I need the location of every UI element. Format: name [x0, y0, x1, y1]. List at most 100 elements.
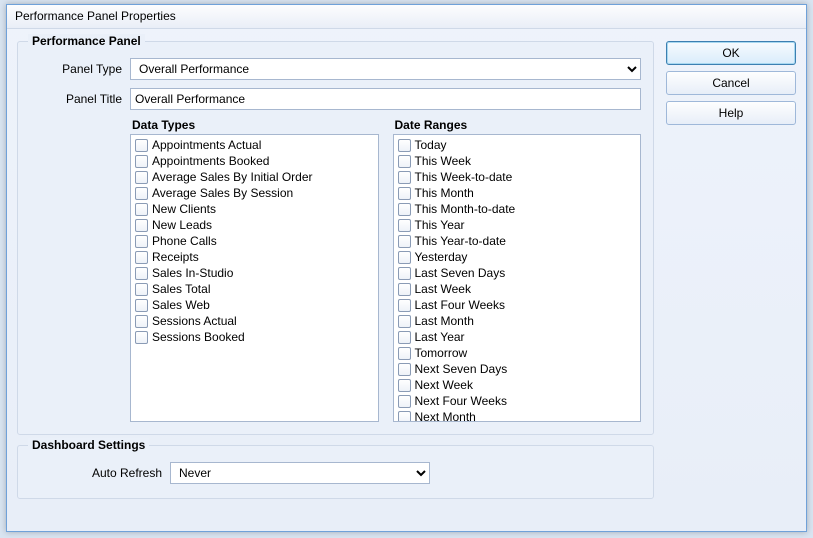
list-item[interactable]: New Leads — [135, 217, 374, 233]
list-item-label: Last Seven Days — [415, 265, 506, 281]
list-item[interactable]: Last Month — [398, 313, 637, 329]
checkbox-icon[interactable] — [398, 251, 411, 264]
performance-panel-group: Performance Panel Panel Type Overall Per… — [17, 41, 654, 435]
ok-button[interactable]: OK — [666, 41, 796, 65]
date-ranges-block: Date Ranges TodayThis WeekThis Week-to-d… — [393, 118, 642, 422]
checkbox-icon[interactable] — [135, 155, 148, 168]
list-item-label: Next Month — [415, 409, 476, 422]
data-types-list[interactable]: Appointments ActualAppointments BookedAv… — [130, 134, 379, 422]
list-item[interactable]: Tomorrow — [398, 345, 637, 361]
checkbox-icon[interactable] — [135, 251, 148, 264]
checkbox-icon[interactable] — [398, 171, 411, 184]
checkbox-icon[interactable] — [135, 219, 148, 232]
checkbox-icon[interactable] — [398, 219, 411, 232]
checkbox-icon[interactable] — [135, 283, 148, 296]
checkbox-icon[interactable] — [398, 315, 411, 328]
checkbox-icon[interactable] — [135, 299, 148, 312]
list-item-label: Last Month — [415, 313, 474, 329]
checkbox-icon[interactable] — [135, 235, 148, 248]
list-item-label: New Leads — [152, 217, 212, 233]
list-item[interactable]: Last Seven Days — [398, 265, 637, 281]
checkbox-icon[interactable] — [398, 139, 411, 152]
checkbox-icon[interactable] — [398, 235, 411, 248]
list-item[interactable]: This Year-to-date — [398, 233, 637, 249]
checkbox-icon[interactable] — [398, 187, 411, 200]
panel-type-label: Panel Type — [30, 62, 130, 76]
checkbox-icon[interactable] — [398, 411, 411, 423]
checkbox-icon[interactable] — [135, 203, 148, 216]
list-item[interactable]: This Week — [398, 153, 637, 169]
list-item-label: This Month — [415, 185, 474, 201]
panel-title-label: Panel Title — [30, 92, 130, 106]
checkbox-icon[interactable] — [135, 315, 148, 328]
panel-title-row: Panel Title — [30, 88, 641, 110]
checkbox-icon[interactable] — [135, 139, 148, 152]
panel-type-select[interactable]: Overall Performance — [130, 58, 641, 80]
checkbox-icon[interactable] — [398, 347, 411, 360]
list-item-label: New Clients — [152, 201, 216, 217]
list-item[interactable]: Next Four Weeks — [398, 393, 637, 409]
list-item[interactable]: Next Month — [398, 409, 637, 422]
date-ranges-list[interactable]: TodayThis WeekThis Week-to-dateThis Mont… — [393, 134, 642, 422]
list-item[interactable]: Average Sales By Initial Order — [135, 169, 374, 185]
date-ranges-title: Date Ranges — [393, 118, 642, 132]
checkbox-icon[interactable] — [135, 267, 148, 280]
list-item-label: Sales In-Studio — [152, 265, 233, 281]
checkbox-icon[interactable] — [398, 379, 411, 392]
titlebar: Performance Panel Properties — [7, 5, 806, 29]
help-button[interactable]: Help — [666, 101, 796, 125]
checkbox-icon[interactable] — [135, 171, 148, 184]
list-item[interactable]: This Month-to-date — [398, 201, 637, 217]
list-item[interactable]: Sessions Booked — [135, 329, 374, 345]
checkbox-icon[interactable] — [398, 155, 411, 168]
list-item-label: Sales Web — [152, 297, 210, 313]
checkbox-icon[interactable] — [398, 203, 411, 216]
list-item[interactable]: Appointments Actual — [135, 137, 374, 153]
list-item[interactable]: This Month — [398, 185, 637, 201]
list-item-label: Today — [415, 137, 447, 153]
list-item-label: Tomorrow — [415, 345, 468, 361]
list-item[interactable]: Receipts — [135, 249, 374, 265]
list-item[interactable]: Yesterday — [398, 249, 637, 265]
list-item[interactable]: Sessions Actual — [135, 313, 374, 329]
checkbox-icon[interactable] — [398, 299, 411, 312]
dashboard-settings-group: Dashboard Settings Auto Refresh Never — [17, 445, 654, 499]
checkbox-icon[interactable] — [398, 395, 411, 408]
list-item[interactable]: Sales In-Studio — [135, 265, 374, 281]
list-item[interactable]: Last Week — [398, 281, 637, 297]
auto-refresh-row: Auto Refresh Never — [30, 462, 641, 484]
list-item[interactable]: Next Week — [398, 377, 637, 393]
auto-refresh-select[interactable]: Never — [170, 462, 430, 484]
checkbox-icon[interactable] — [398, 363, 411, 376]
checkbox-icon[interactable] — [135, 331, 148, 344]
list-item[interactable]: Last Four Weeks — [398, 297, 637, 313]
list-item-label: Last Four Weeks — [415, 297, 505, 313]
list-item-label: This Week — [415, 153, 471, 169]
data-types-block: Data Types Appointments ActualAppointmen… — [130, 118, 379, 422]
list-item[interactable]: Today — [398, 137, 637, 153]
checkbox-icon[interactable] — [398, 267, 411, 280]
list-item[interactable]: This Week-to-date — [398, 169, 637, 185]
list-item[interactable]: Appointments Booked — [135, 153, 374, 169]
list-item-label: Yesterday — [415, 249, 468, 265]
cancel-button[interactable]: Cancel — [666, 71, 796, 95]
list-item-label: Last Year — [415, 329, 465, 345]
checkbox-icon[interactable] — [135, 187, 148, 200]
list-item[interactable]: Phone Calls — [135, 233, 374, 249]
list-item[interactable]: Average Sales By Session — [135, 185, 374, 201]
list-item[interactable]: Sales Web — [135, 297, 374, 313]
list-item-label: This Week-to-date — [415, 169, 513, 185]
list-item[interactable]: Last Year — [398, 329, 637, 345]
list-item[interactable]: New Clients — [135, 201, 374, 217]
panel-title-input[interactable] — [130, 88, 641, 110]
panel-type-row: Panel Type Overall Performance — [30, 58, 641, 80]
list-item[interactable]: This Year — [398, 217, 637, 233]
dashboard-settings-legend: Dashboard Settings — [28, 438, 149, 452]
checkbox-icon[interactable] — [398, 283, 411, 296]
checkbox-icon[interactable] — [398, 331, 411, 344]
list-item-label: Next Week — [415, 377, 473, 393]
list-item-label: Last Week — [415, 281, 471, 297]
auto-refresh-label: Auto Refresh — [30, 466, 170, 480]
list-item[interactable]: Next Seven Days — [398, 361, 637, 377]
list-item[interactable]: Sales Total — [135, 281, 374, 297]
